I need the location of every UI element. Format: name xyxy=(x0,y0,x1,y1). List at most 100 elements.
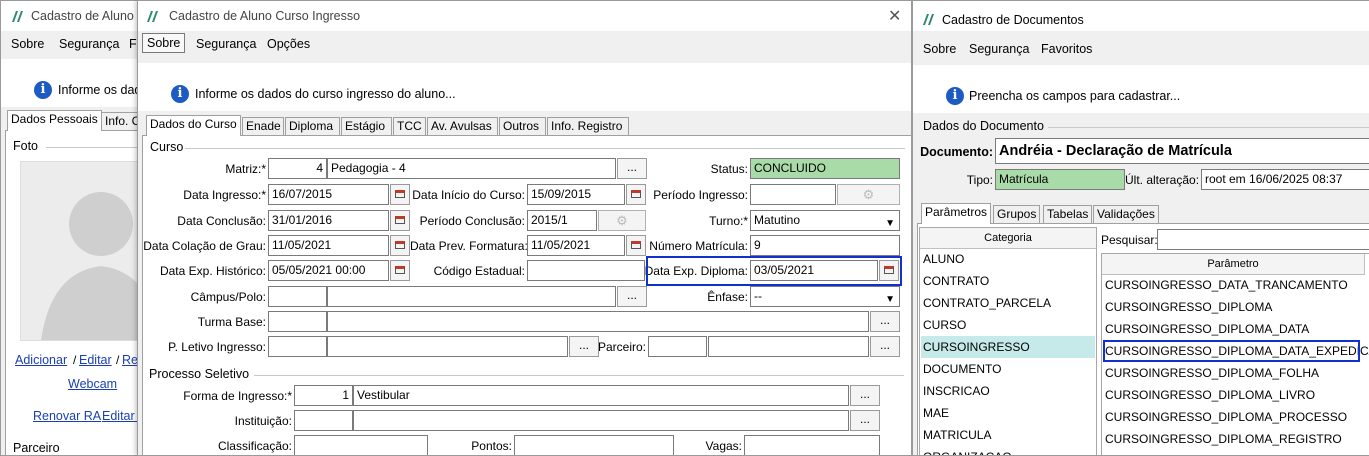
matriz-name-field[interactable]: Pedagogia - 4 xyxy=(327,158,616,179)
matriz-number-field[interactable]: 4 xyxy=(268,158,327,179)
link-adicionar[interactable]: Adicionar xyxy=(15,353,67,367)
classificacao-field[interactable] xyxy=(294,435,428,455)
categoria-item[interactable]: INSCRICAO xyxy=(921,380,1095,402)
parametro-item[interactable]: CURSOINGRESSO_DIPLOMA_DATA_EXPEDICAO xyxy=(1103,340,1369,362)
campus-name-field[interactable] xyxy=(327,286,616,307)
turma-code-field[interactable] xyxy=(268,311,327,332)
parametro-item[interactable]: CURSOINGRESSO_DITA xyxy=(1103,450,1369,455)
parceiro-code-field[interactable] xyxy=(648,336,707,357)
categoria-item[interactable]: DOCUMENTO xyxy=(921,358,1095,380)
parametro-item[interactable]: CURSOINGRESSO_DIPLOMA_FOLHA xyxy=(1103,362,1369,384)
parametro-item[interactable]: CURSOINGRESSO_DIPLOMA_PROCESSO xyxy=(1103,406,1369,428)
tab-validacoes[interactable]: Validações xyxy=(1093,205,1159,223)
info-icon: i xyxy=(946,87,964,105)
calendar-icon[interactable] xyxy=(390,184,410,205)
tab-estagio[interactable]: Estágio xyxy=(341,117,392,135)
tab-dados-do-curso[interactable]: Dados do Curso xyxy=(146,115,241,136)
data-colacao-field[interactable]: 11/05/2021 xyxy=(268,235,389,256)
parametro-item[interactable]: CURSOINGRESSO_DIPLOMA_REGISTRO xyxy=(1103,428,1369,450)
link-editar[interactable]: Editar xyxy=(79,353,112,367)
data-conclusao-field[interactable]: 31/01/2016 xyxy=(268,210,389,231)
instituicao-name-field[interactable] xyxy=(353,410,849,431)
calendar-icon[interactable] xyxy=(390,210,410,231)
link-webcam[interactable]: Webcam xyxy=(68,377,117,391)
app-logo-icon xyxy=(12,11,23,22)
menu-sobre[interactable]: Sobre xyxy=(923,42,956,56)
tab-dados-pessoais[interactable]: Dados Pessoais xyxy=(7,110,102,131)
parametro-header[interactable]: Parâmetro xyxy=(1102,254,1365,275)
data-exp-historico-field[interactable]: 05/05/2021 00:00 xyxy=(268,260,389,281)
title-bar[interactable]: Cadastro de Aluno Curso Ingresso ✕ xyxy=(138,1,911,31)
tab-av-avulsas[interactable]: Av. Avulsas xyxy=(427,117,498,135)
forma-ingresso-name-field[interactable]: Vestibular xyxy=(353,385,849,406)
menu-seguranca[interactable]: Segurança xyxy=(196,37,256,51)
forma-ingresso-number-field[interactable]: 1 xyxy=(294,385,353,406)
data-exp-historico-label: Data Exp. Histórico: xyxy=(159,264,266,278)
tab-enade[interactable]: Enade xyxy=(242,117,284,135)
categoria-item[interactable]: CURSOINGRESSO xyxy=(921,336,1095,358)
periodo-ingresso-field[interactable] xyxy=(750,184,836,205)
gear-icon[interactable]: ⚙ xyxy=(837,184,900,205)
categoria-item[interactable]: MATRICULA xyxy=(921,424,1095,446)
matriz-lookup-button[interactable]: ... xyxy=(617,158,647,179)
documento-field[interactable]: Andréia - Declaração de Matrícula xyxy=(995,138,1369,164)
categoria-item[interactable]: ALUNO xyxy=(921,248,1095,270)
campus-lookup-button[interactable]: ... xyxy=(617,286,647,307)
menu-sobre[interactable]: Sobre xyxy=(11,37,44,51)
tab-parametros[interactable]: Parâmetros xyxy=(921,203,992,224)
group-processo-seletivo: Processo Seletivo xyxy=(149,367,250,381)
data-ingresso-field[interactable]: 16/07/2015 xyxy=(268,184,389,205)
parceiro-lookup-button[interactable]: ... xyxy=(870,336,900,357)
tab-diploma[interactable]: Diploma xyxy=(285,117,340,135)
link-renovar-ra[interactable]: Renovar RA xyxy=(33,409,101,423)
categoria-item[interactable]: MAE xyxy=(921,402,1095,424)
calendar-icon[interactable] xyxy=(390,235,410,256)
forma-ingresso-lookup-button[interactable]: ... xyxy=(850,385,880,406)
turno-select[interactable]: Matutino ▼ xyxy=(750,210,900,231)
enfase-select[interactable]: -- ▼ xyxy=(750,286,900,307)
highlight-box-data-exp-diploma xyxy=(646,256,902,286)
categoria-item[interactable]: CONTRATO_PARCELA xyxy=(921,292,1095,314)
tab-grupos[interactable]: Grupos xyxy=(993,205,1041,223)
categoria-header[interactable]: Categoria xyxy=(920,228,1096,249)
parametro-item[interactable]: CURSOINGRESSO_DIPLOMA_DATA xyxy=(1103,318,1369,340)
data-inicio-field[interactable]: 15/09/2015 xyxy=(527,184,625,205)
tab-outros[interactable]: Outros xyxy=(499,117,546,135)
menu-opcoes[interactable]: Opções xyxy=(267,37,310,51)
numero-matricula-label: Número Matrícula: xyxy=(649,239,748,253)
parametro-item[interactable]: CURSOINGRESSO_DATA_TRANCAMENTO xyxy=(1103,274,1369,296)
categoria-item[interactable]: CURSO xyxy=(921,314,1095,336)
menu-seguranca[interactable]: Segurança xyxy=(59,37,119,51)
codigo-estadual-field[interactable] xyxy=(527,260,645,281)
title-bar[interactable]: Cadastro de Documentos xyxy=(913,1,1369,31)
instituicao-lookup-button[interactable]: ... xyxy=(850,410,880,431)
categoria-item[interactable]: ORGANIZACAO xyxy=(921,446,1095,455)
parametro-item[interactable]: CURSOINGRESSO_DIPLOMA xyxy=(1103,296,1369,318)
turma-lookup-button[interactable]: ... xyxy=(870,311,900,332)
menu-seguranca[interactable]: Segurança xyxy=(969,42,1029,56)
menu-favoritos[interactable]: Favoritos xyxy=(1041,42,1092,56)
tab-tabelas[interactable]: Tabelas xyxy=(1043,205,1093,223)
data-colacao-label: Data Colação de Grau: xyxy=(143,239,266,253)
tab-tcc[interactable]: TCC xyxy=(393,117,426,135)
vagas-field[interactable] xyxy=(744,435,880,455)
data-prev-field[interactable]: 11/05/2021 xyxy=(527,235,625,256)
gear-icon[interactable]: ⚙ xyxy=(598,210,646,231)
turma-name-field[interactable] xyxy=(327,311,869,332)
menu-sobre[interactable]: Sobre xyxy=(142,33,186,53)
numero-matricula-field[interactable]: 9 xyxy=(750,235,900,256)
parceiro-name-field[interactable] xyxy=(708,336,869,357)
periodo-conclusao-field[interactable]: 2015/1 xyxy=(527,210,597,231)
close-icon[interactable]: ✕ xyxy=(888,6,901,26)
instituicao-code-field[interactable] xyxy=(294,410,353,431)
pontos-field[interactable] xyxy=(514,435,674,455)
calendar-icon[interactable] xyxy=(390,260,410,281)
pesquisar-input[interactable] xyxy=(1157,229,1369,250)
parametro-item[interactable]: CURSOINGRESSO_DIPLOMA_LIVRO xyxy=(1103,384,1369,406)
letivo-name-field[interactable] xyxy=(327,336,568,357)
letivo-code-field[interactable] xyxy=(268,336,327,357)
campus-code-field[interactable] xyxy=(268,286,327,307)
tab-info-registro[interactable]: Info. Registro xyxy=(547,117,629,135)
link-separator: / xyxy=(73,353,77,367)
categoria-item[interactable]: CONTRATO xyxy=(921,270,1095,292)
